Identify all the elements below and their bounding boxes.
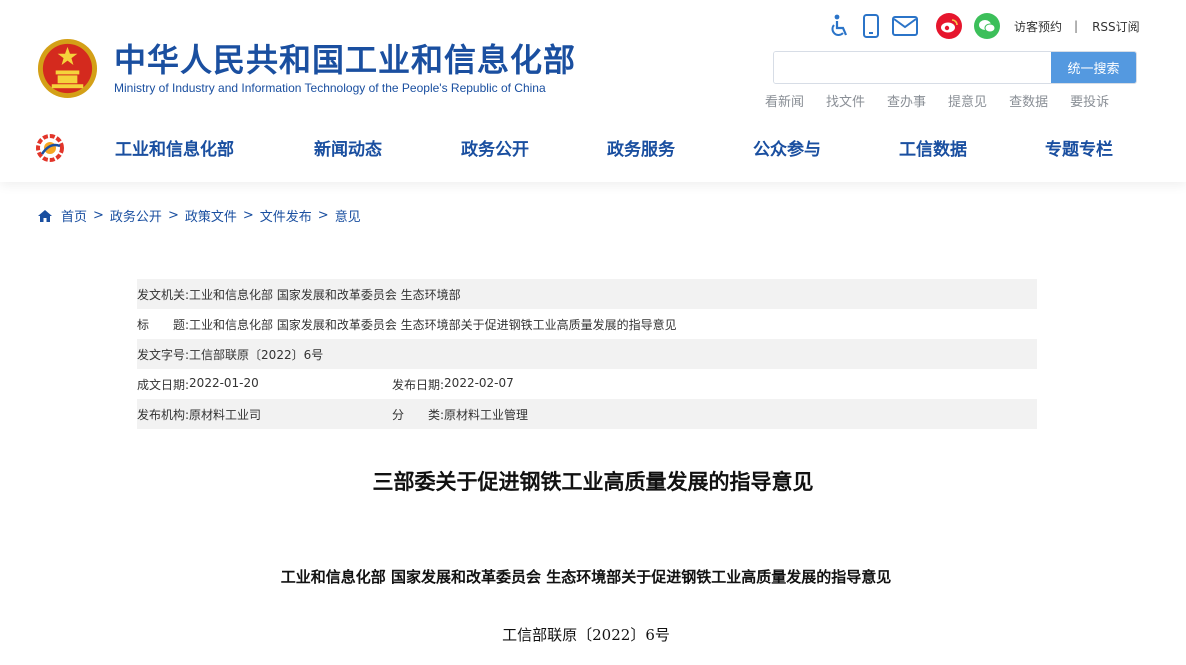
quick-link-files[interactable]: 找文件 — [826, 91, 865, 110]
quick-link-news[interactable]: 看新闻 — [765, 91, 804, 110]
article-subtitle: 工业和信息化部 国家发展和改革委员会 生态环境部关于促进钢铁工业高质量发展的指导… — [280, 568, 892, 586]
crumb-file-release[interactable]: 文件发布 — [260, 206, 312, 225]
article-doc-number: 工信部联原〔2022〕6号 — [502, 626, 670, 644]
meta-org-value: 原材料工业司 — [189, 407, 262, 422]
crumb-home[interactable]: 首页 — [61, 206, 87, 225]
quick-link-feedback[interactable]: 提意见 — [948, 91, 987, 110]
crumb-separator: > — [317, 208, 329, 223]
meta-created-label: 成文日期: — [137, 377, 190, 392]
home-icon[interactable] — [37, 209, 53, 223]
nav-item-gov-affairs[interactable]: 政务公开 — [461, 135, 529, 160]
mail-icon[interactable] — [892, 13, 918, 39]
weibo-icon[interactable] — [936, 13, 962, 39]
meta-org-label: 发布机构: — [137, 407, 190, 422]
quick-link-services[interactable]: 查办事 — [887, 91, 926, 110]
top-separator: | — [1074, 19, 1079, 33]
search-button[interactable]: 统一搜索 — [1051, 52, 1136, 83]
meta-title-label: 标 题: — [137, 317, 190, 332]
crumb-separator: > — [167, 208, 179, 223]
site-subtitle: Ministry of Industry and Information Tec… — [114, 81, 546, 95]
site-header: 中华人民共和国工业和信息化部 Ministry of Industry and … — [0, 0, 1186, 182]
breadcrumb: 首页 > 政务公开 > 政策文件 > 文件发布 > 意见 — [37, 206, 361, 225]
meta-doc-no-value: 工信部联原〔2022〕6号 — [189, 347, 324, 362]
national-emblem-icon — [37, 38, 98, 99]
meta-category-value: 原材料工业管理 — [444, 407, 529, 422]
mobile-icon[interactable] — [862, 13, 880, 39]
nav-item-participation[interactable]: 公众参与 — [753, 135, 821, 160]
meta-row-dates: 成文日期: 2022-01-20 发布日期: 2022-02-07 — [137, 369, 1037, 399]
meta-title-value: 工业和信息化部 国家发展和改革委员会 生态环境部关于促进钢铁工业高质量发展的指导… — [189, 317, 677, 332]
meta-published-value: 2022-02-07 — [444, 375, 514, 390]
nav-item-gov-services[interactable]: 政务服务 — [607, 135, 675, 160]
top-tools: 访客预约 | RSS订阅 — [828, 12, 1140, 40]
miit-logo-icon[interactable] — [36, 134, 64, 162]
crumb-opinions[interactable]: 意见 — [335, 206, 361, 225]
quick-link-data[interactable]: 查数据 — [1009, 91, 1048, 110]
meta-issuer-value: 工业和信息化部 国家发展和改革委员会 生态环境部 — [189, 287, 461, 302]
search-box: 统一搜索 — [773, 51, 1137, 84]
visitor-appointment-link[interactable]: 访客预约 — [1014, 18, 1062, 35]
meta-created-value: 2022-01-20 — [189, 375, 259, 390]
meta-doc-no-label: 发文字号: — [137, 347, 190, 362]
accessibility-icon[interactable] — [828, 13, 850, 39]
crumb-gov-affairs[interactable]: 政务公开 — [110, 206, 162, 225]
meta-category-label: 分 类: — [392, 407, 445, 422]
wechat-icon[interactable] — [974, 13, 1000, 39]
article-title: 三部委关于促进钢铁工业高质量发展的指导意见 — [372, 470, 814, 494]
meta-published-label: 发布日期: — [392, 377, 445, 392]
meta-row-title: 标 题: 工业和信息化部 国家发展和改革委员会 生态环境部关于促进钢铁工业高质量… — [137, 309, 1037, 339]
nav-item-data[interactable]: 工信数据 — [899, 135, 967, 160]
crumb-policy-files[interactable]: 政策文件 — [185, 206, 237, 225]
meta-row-org: 发布机构: 原材料工业司 分 类: 原材料工业管理 — [137, 399, 1037, 429]
nav-item-topics[interactable]: 专题专栏 — [1045, 135, 1113, 160]
rss-link[interactable]: RSS订阅 — [1092, 18, 1140, 35]
quick-link-complaint[interactable]: 要投诉 — [1070, 91, 1109, 110]
search-input[interactable] — [774, 52, 1051, 83]
main-nav: 工业和信息化部 新闻动态 政务公开 政务服务 公众参与 工信数据 专题专栏 — [0, 125, 1186, 171]
crumb-separator: > — [242, 208, 254, 223]
nav-item-news[interactable]: 新闻动态 — [314, 135, 382, 160]
meta-issuer-label: 发文机关: — [137, 287, 190, 302]
crumb-separator: > — [93, 208, 104, 223]
document-meta-table: 发文机关: 工业和信息化部 国家发展和改革委员会 生态环境部 标 题: 工业和信… — [137, 279, 1037, 429]
meta-row-issuer: 发文机关: 工业和信息化部 国家发展和改革委员会 生态环境部 — [137, 279, 1037, 309]
nav-item-ministry[interactable]: 工业和信息化部 — [115, 135, 234, 160]
quick-links: 看新闻 找文件 查办事 提意见 查数据 要投诉 — [765, 91, 1131, 110]
meta-row-doc-no: 发文字号: 工信部联原〔2022〕6号 — [137, 339, 1037, 369]
site-title[interactable]: 中华人民共和国工业和信息化部 — [114, 40, 576, 80]
